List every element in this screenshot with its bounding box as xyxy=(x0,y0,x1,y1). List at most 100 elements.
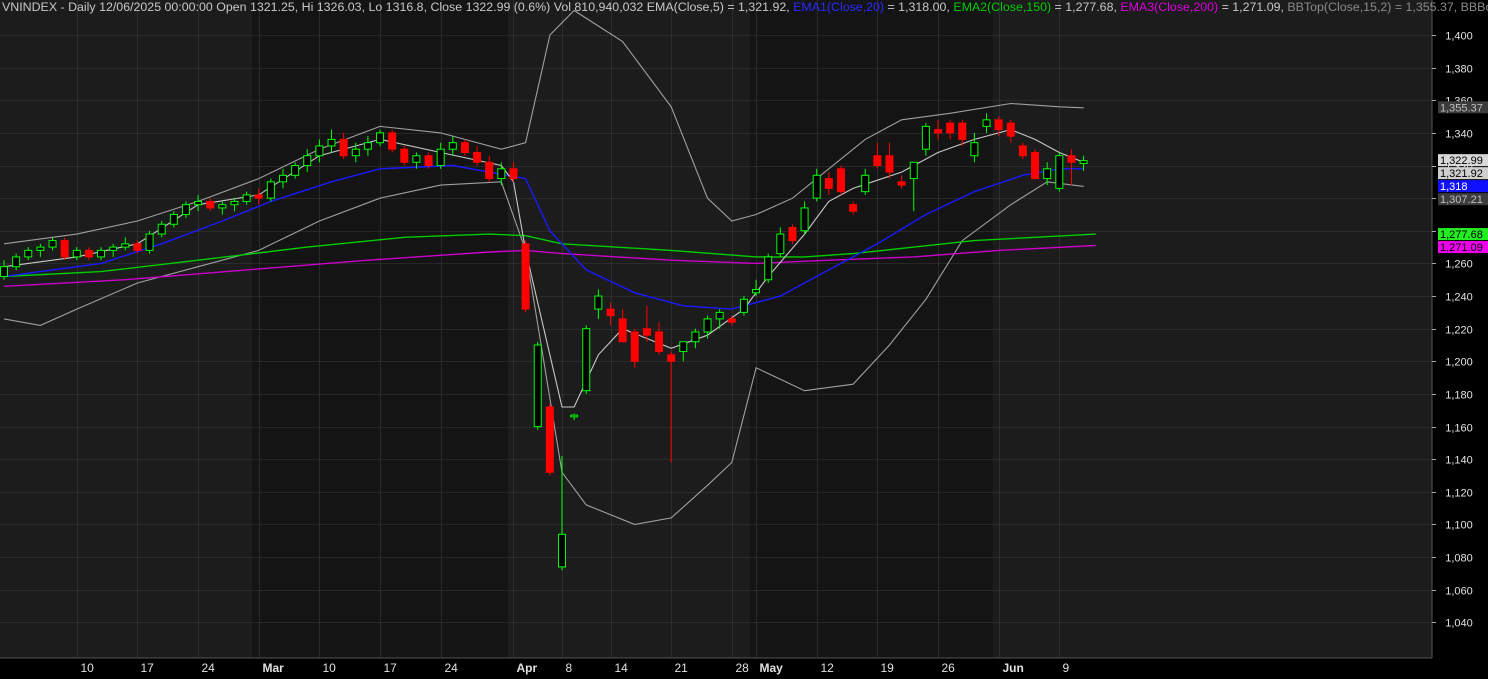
candle-body xyxy=(739,298,748,313)
candle-down xyxy=(836,165,845,195)
y-tick-label: 1,340 xyxy=(1445,129,1473,141)
candle-body xyxy=(824,178,833,189)
x-tick-label: 14 xyxy=(615,661,629,675)
candle-body xyxy=(351,148,360,157)
header-ema1-value: = 1,318.00, xyxy=(884,0,950,14)
price-label-text: 1,322.99 xyxy=(1440,155,1483,167)
month-bands xyxy=(0,0,1488,679)
candle-up xyxy=(145,230,154,254)
candle-body xyxy=(897,181,906,186)
y-tick-label: 1,040 xyxy=(1445,618,1473,630)
candle-body xyxy=(776,233,785,255)
y-tick-label: 1,160 xyxy=(1445,423,1473,435)
candle-body xyxy=(400,148,409,163)
candle-body xyxy=(752,289,761,294)
candle-body xyxy=(982,119,991,127)
y-tick-label: 1,080 xyxy=(1445,553,1473,565)
candle-body xyxy=(703,318,712,333)
candle-body xyxy=(1006,122,1015,137)
candle-body xyxy=(727,318,736,323)
candle-body xyxy=(84,249,93,258)
x-tick-label: May xyxy=(760,661,784,675)
candle-body xyxy=(885,155,894,173)
x-tick-label: Jun xyxy=(1003,661,1024,675)
y-tick-label: 1,200 xyxy=(1445,357,1473,369)
candle-body xyxy=(594,295,603,310)
candle-up xyxy=(266,178,275,202)
y-tick-label: 1,220 xyxy=(1445,325,1473,337)
candle-body xyxy=(946,122,955,134)
candle-body xyxy=(691,331,700,343)
candle-body xyxy=(1079,160,1088,164)
candle-body xyxy=(363,142,372,150)
price-label: 1,277.68 xyxy=(1438,228,1488,241)
y-tick-label: 1,100 xyxy=(1445,520,1473,532)
candle-body xyxy=(570,414,579,418)
candle-body xyxy=(764,256,773,281)
y-tick-label: 1,240 xyxy=(1445,292,1473,304)
candle-up xyxy=(1055,152,1064,192)
candle-body xyxy=(1018,145,1027,157)
y-tick-label: 1,140 xyxy=(1445,455,1473,467)
candle-body xyxy=(533,344,542,428)
header-bbbot: BBBot(Close xyxy=(1460,0,1488,14)
candle-body xyxy=(424,155,433,167)
price-chart[interactable]: 1,040 1,060 1,080 1,100 1,120 1,140 1,160 1,180… xyxy=(0,0,1488,679)
x-tick-label: 28 xyxy=(736,661,750,675)
candle-up xyxy=(582,325,591,394)
candle-body xyxy=(812,174,821,199)
price-label-text: 1,318 xyxy=(1440,181,1468,193)
candle-down xyxy=(400,145,409,166)
candle-body xyxy=(327,138,336,147)
candle-body xyxy=(181,204,190,215)
candle-body xyxy=(145,233,154,251)
candle-body xyxy=(934,129,943,134)
y-tick-label: 1,380 xyxy=(1445,64,1473,76)
x-tick-label: Mar xyxy=(263,661,285,675)
candle-body xyxy=(12,256,21,268)
month-band xyxy=(749,0,993,658)
x-tick-label: 17 xyxy=(141,661,155,675)
header-ema2-value: = 1,277.68, xyxy=(1051,0,1117,14)
candle-body xyxy=(655,331,664,353)
candle-down xyxy=(388,129,397,153)
candle-body xyxy=(873,155,882,167)
price-label-text: 1,307.21 xyxy=(1440,194,1483,206)
candle-body xyxy=(1055,155,1064,189)
candle-down xyxy=(521,240,530,313)
header-ema2-name: EMA2(Close,150) xyxy=(953,0,1052,14)
candle-body xyxy=(169,213,178,225)
candle-body xyxy=(582,328,591,392)
price-label: 1,307.21 xyxy=(1438,193,1488,206)
x-tick-label: 17 xyxy=(384,661,398,675)
x-tick-label: 9 xyxy=(1063,661,1070,675)
x-tick-label: Apr xyxy=(517,661,538,675)
candle-body xyxy=(715,311,724,320)
candle-body xyxy=(970,142,979,157)
candle-body xyxy=(109,246,118,251)
candle-body xyxy=(849,204,858,212)
candle-body xyxy=(909,161,918,180)
candle-body xyxy=(958,122,967,140)
candle-up xyxy=(533,341,542,430)
candle-body xyxy=(72,249,81,258)
x-tick-label: 26 xyxy=(942,661,956,675)
candle-body xyxy=(448,142,457,150)
candle-body xyxy=(388,132,397,150)
candle-body xyxy=(303,155,312,167)
candle-body xyxy=(36,246,45,251)
candle-body xyxy=(376,132,385,144)
candle-body xyxy=(315,145,324,157)
price-label-text: 1,271.09 xyxy=(1440,242,1483,254)
y-tick-label: 1,120 xyxy=(1445,488,1473,500)
candle-body xyxy=(788,227,797,242)
candle-body xyxy=(194,200,203,206)
candle-body xyxy=(800,207,809,232)
candle-body xyxy=(266,181,275,199)
y-tick-label: 1,060 xyxy=(1445,586,1473,598)
month-band xyxy=(0,0,253,658)
candle-body xyxy=(921,125,930,150)
header-ema1-name: EMA1(Close,20) xyxy=(793,0,885,14)
candle-body xyxy=(242,194,251,202)
candle-body xyxy=(861,174,870,193)
